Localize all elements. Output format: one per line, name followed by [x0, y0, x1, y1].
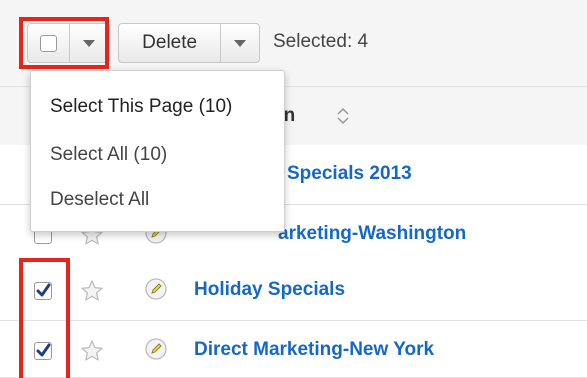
selected-count: Selected: 4: [273, 31, 369, 52]
favorite-star-icon[interactable]: [80, 279, 104, 303]
delete-split-button[interactable]: Delete: [118, 23, 260, 63]
mass-select-dropdown-menu: Select This Page (10) Select All (10) De…: [30, 70, 285, 232]
row-checkbox[interactable]: [34, 342, 52, 360]
record-name-link[interactable]: Specials 2013: [287, 163, 412, 185]
delete-button-label: Delete: [142, 32, 198, 53]
actions-dropdown-toggle[interactable]: [221, 24, 259, 62]
record-name-link[interactable]: Holiday Specials: [194, 279, 345, 301]
favorite-star-icon[interactable]: [80, 339, 104, 363]
chevron-down-icon: [83, 39, 96, 47]
row-checkbox[interactable]: [34, 282, 52, 300]
mass-select-dropdown-toggle[interactable]: [70, 24, 109, 62]
menu-item-deselect-all[interactable]: Deselect All: [50, 189, 149, 211]
select-all-checkbox-segment[interactable]: [28, 24, 69, 62]
menu-item-select-this-page[interactable]: Select This Page (10): [50, 96, 232, 118]
edit-pencil-icon[interactable]: [144, 337, 168, 361]
table-row: Direct Marketing-New York: [0, 321, 587, 378]
checkmark-icon: [36, 283, 51, 297]
record-name-link[interactable]: arketing-Washington: [278, 223, 466, 245]
edit-pencil-icon[interactable]: [144, 277, 168, 301]
table-row: Holiday Specials: [0, 261, 587, 321]
delete-button[interactable]: Delete: [119, 24, 220, 62]
menu-item-select-all[interactable]: Select All (10): [50, 144, 167, 166]
chevron-down-icon: [234, 39, 247, 47]
sort-icon[interactable]: [337, 107, 349, 125]
mass-select-button[interactable]: [27, 23, 110, 63]
checkmark-icon: [36, 343, 51, 357]
record-name-link[interactable]: Direct Marketing-New York: [194, 339, 434, 361]
select-all-checkbox[interactable]: [39, 34, 57, 52]
